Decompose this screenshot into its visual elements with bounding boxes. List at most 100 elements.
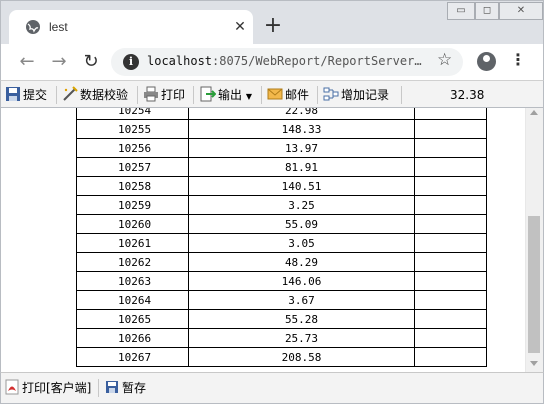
order-id-cell[interactable]: 10267 (76, 347, 189, 367)
add-record-label: 增加记录 (341, 88, 390, 102)
scrollbar-thumb[interactable] (528, 216, 540, 353)
amount-cell[interactable]: 81.91 (188, 157, 415, 177)
table-row: 10266 25.73 (76, 328, 487, 348)
table-row: 10257 81.91 (76, 157, 487, 177)
order-id-cell[interactable]: 10257 (76, 157, 189, 177)
order-id-cell[interactable]: 10263 (76, 271, 189, 291)
toolbar-separator (56, 86, 57, 104)
save-draft-button[interactable]: 暂存 (105, 378, 146, 398)
empty-cell[interactable] (414, 233, 487, 253)
empty-cell[interactable] (414, 176, 487, 196)
add-record-button[interactable]: 增加记录 (323, 85, 389, 105)
tab-close-icon[interactable]: ✕ (232, 19, 248, 35)
empty-cell[interactable] (414, 119, 487, 139)
reload-icon[interactable]: ↻ (81, 52, 101, 72)
amount-cell[interactable]: 3.05 (188, 233, 415, 253)
address-bar[interactable]: i localhost:8075/WebReport/ReportServer… (111, 48, 463, 76)
save-icon (6, 87, 20, 101)
kebab-menu-icon[interactable]: ⋮ (508, 50, 528, 69)
order-id-cell[interactable]: 10256 (76, 138, 189, 158)
email-button[interactable]: 邮件 (267, 85, 309, 105)
order-id-cell[interactable]: 10262 (76, 252, 189, 272)
tab-title: lest (49, 20, 68, 34)
table-row: 10262 48.29 (76, 252, 487, 272)
table-row: 10258 140.51 (76, 176, 487, 196)
order-id-cell[interactable]: 10266 (76, 328, 189, 348)
amount-cell[interactable]: 48.29 (188, 252, 415, 272)
window-minimize-button[interactable]: ▭ (447, 2, 475, 20)
amount-cell[interactable]: 3.67 (188, 290, 415, 310)
order-id-cell[interactable]: 10254 (76, 108, 189, 120)
scroll-down-arrow-icon[interactable] (530, 361, 538, 366)
amount-cell[interactable]: 148.33 (188, 119, 415, 139)
disk-icon (106, 381, 118, 393)
browser-toolbar: ← → ↻ i localhost:8075/WebReport/ReportS… (0, 44, 544, 80)
validate-label: 数据校验 (80, 88, 129, 102)
back-arrow-icon[interactable]: ← (17, 52, 37, 72)
amount-cell[interactable]: 13.97 (188, 138, 415, 158)
amount-cell[interactable]: 146.06 (188, 271, 415, 291)
toolbar-separator (401, 86, 402, 104)
table-row: 10263 146.06 (76, 271, 487, 291)
order-id-cell[interactable]: 10265 (76, 309, 189, 329)
order-id-cell[interactable]: 10259 (76, 195, 189, 215)
forward-arrow-icon[interactable]: → (49, 52, 69, 72)
report-toolbar: 提交 数据校验 打印 输出 ▼ 邮件 增加记录 32.38 (0, 80, 544, 108)
empty-cell[interactable] (414, 309, 487, 329)
table-row: 10260 55.09 (76, 214, 487, 234)
url-text[interactable]: localhost:8075/WebReport/ReportServer… (147, 54, 422, 68)
empty-cell[interactable] (414, 138, 487, 158)
account-icon[interactable] (477, 52, 496, 71)
print-button[interactable]: 打印 (143, 85, 185, 105)
order-id-cell[interactable]: 10260 (76, 214, 189, 234)
url-host: localhost (147, 54, 213, 68)
empty-cell[interactable] (414, 157, 487, 177)
order-id-cell[interactable]: 10258 (76, 176, 189, 196)
toolbar-separator (137, 86, 138, 104)
print-client-label: 打印[客户端] (22, 381, 92, 395)
order-id-cell[interactable]: 10261 (76, 233, 189, 253)
empty-cell[interactable] (414, 252, 487, 272)
pdf-icon (5, 379, 19, 395)
scroll-up-arrow-icon[interactable] (530, 110, 538, 115)
report-table: 10254 22.98 10255 148.33 10256 13.97 10257 81.9… (76, 108, 487, 367)
export-button[interactable]: 输出 ▼ (200, 85, 252, 105)
order-id-cell[interactable]: 10255 (76, 119, 189, 139)
amount-cell[interactable]: 25.73 (188, 328, 415, 348)
empty-cell[interactable] (414, 271, 487, 291)
empty-cell[interactable] (414, 195, 487, 215)
amount-cell[interactable]: 3.25 (188, 195, 415, 215)
new-tab-plus-icon[interactable]: + (263, 15, 283, 37)
print-client-button[interactable]: 打印[客户端] (5, 378, 91, 398)
toolbar-value: 32.38 (450, 88, 485, 102)
table-row: 10254 22.98 (76, 108, 487, 120)
empty-cell[interactable] (414, 214, 487, 234)
browser-tab[interactable]: lest ✕ (9, 10, 253, 45)
amount-cell[interactable]: 22.98 (188, 108, 415, 120)
empty-cell[interactable] (414, 328, 487, 348)
amount-cell[interactable]: 208.58 (188, 347, 415, 367)
browser-titlebar: lest ✕ + ▭ ◻ ✕ (0, 0, 544, 45)
export-icon (200, 86, 216, 102)
table-row: 10255 148.33 (76, 119, 487, 139)
empty-cell[interactable] (414, 108, 487, 120)
validate-button[interactable]: 数据校验 (62, 85, 128, 105)
export-label: 输出 (218, 88, 243, 102)
window-close-button[interactable]: ✕ (499, 2, 543, 20)
table-row: 10265 55.28 (76, 309, 487, 329)
bottom-toolbar: 打印[客户端] 暂存 (0, 372, 544, 404)
envelope-icon (267, 88, 283, 100)
amount-cell[interactable]: 140.51 (188, 176, 415, 196)
info-icon[interactable]: i (123, 54, 139, 70)
toolbar-separator (317, 86, 318, 104)
empty-cell[interactable] (414, 347, 487, 367)
order-id-cell[interactable]: 10264 (76, 290, 189, 310)
bookmark-star-icon[interactable]: ☆ (437, 50, 452, 70)
amount-cell[interactable]: 55.28 (188, 309, 415, 329)
vertical-scrollbar[interactable] (525, 108, 543, 372)
amount-cell[interactable]: 55.09 (188, 214, 415, 234)
report-content: 10254 22.98 10255 148.33 10256 13.97 10257 81.9… (0, 108, 544, 372)
window-maximize-button[interactable]: ◻ (475, 2, 499, 20)
empty-cell[interactable] (414, 290, 487, 310)
submit-button[interactable]: 提交 (5, 85, 47, 105)
